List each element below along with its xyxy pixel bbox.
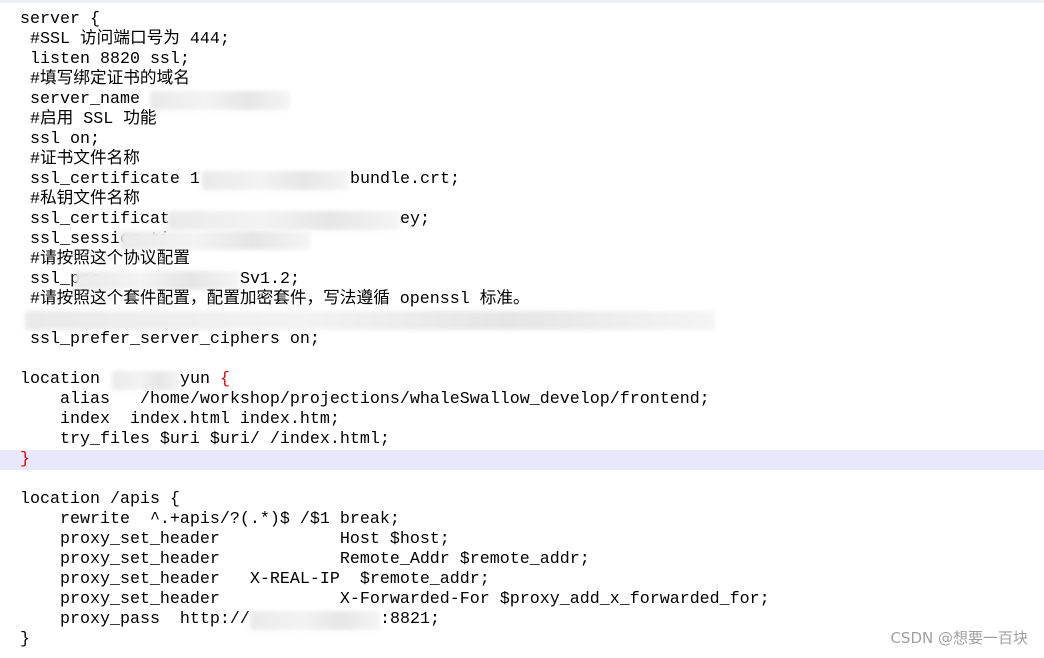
code-line: ssl on;: [20, 130, 100, 149]
code-line: }: [20, 630, 30, 649]
code-line: ssl_pro Sv1.2;: [0, 270, 1044, 290]
code-text: ssl_certificat: [20, 210, 170, 229]
code-line: listen 8820 ssl;: [20, 50, 190, 69]
code-line: server {: [20, 10, 100, 29]
redacted-region: [150, 91, 290, 110]
redacted-region: [25, 311, 715, 330]
code-text: yun {: [180, 370, 230, 390]
code-line: ssl_session_ti: [0, 230, 1044, 250]
code-line: #填写绑定证书的域名: [20, 70, 190, 89]
code-line: index index.html index.htm;: [20, 410, 340, 429]
code-line: proxy_set_header Remote_Addr $remote_add…: [20, 550, 590, 569]
code-text: server_name: [20, 90, 150, 109]
code-line-current: }: [0, 450, 1044, 470]
code-line: try_files $uri $uri/ /index.html;: [20, 430, 390, 449]
top-border: [0, 0, 1044, 3]
redacted-region: [112, 371, 180, 390]
code-line: #SSL 访问端口号为 444;: [20, 30, 230, 49]
code-line: rewrite ^.+apis/?(.*)$ /$1 break;: [20, 510, 400, 529]
redacted-region: [202, 171, 348, 190]
redacted-region: [120, 231, 310, 250]
code-text: ey;: [400, 210, 430, 229]
watermark: CSDN @想要一百块: [890, 629, 1028, 647]
redacted-region: [250, 611, 380, 630]
code-line: proxy_set_header Host $host;: [20, 530, 450, 549]
code-line: #请按照这个协议配置: [20, 250, 190, 269]
code-line: location yun {: [0, 370, 1044, 390]
code-line: #证书文件名称: [20, 150, 140, 169]
code-text: bundle.crt;: [350, 170, 460, 189]
code-line: ssl_certificat ey;: [0, 210, 1044, 230]
code-text: Sv1.2;: [240, 270, 300, 289]
code-line: alias /home/workshop/projections/whaleSw…: [20, 390, 710, 409]
code-text: location: [20, 370, 110, 389]
matched-brace: {: [219, 370, 230, 389]
code-editor[interactable]: server { #SSL 访问端口号为 444; listen 8820 ss…: [0, 10, 1044, 650]
code-text: yun: [180, 370, 220, 389]
code-line: location /apis {: [20, 490, 180, 509]
code-text: ssl_certificate 1: [20, 170, 200, 189]
code-line: server_name: [0, 90, 1044, 110]
code-line: ssl_prefer_server_ciphers on;: [20, 330, 320, 349]
code-text: proxy_pass http://: [20, 610, 250, 629]
redacted-region: [168, 211, 400, 230]
code-line: [0, 310, 1044, 330]
code-text: :8821;: [380, 610, 440, 629]
code-line: ssl_certificate 1 bundle.crt;: [0, 170, 1044, 190]
code-line: #私钥文件名称: [20, 190, 140, 209]
code-line: #启用 SSL 功能: [20, 110, 157, 129]
code-line: proxy_set_header X-Forwarded-For $proxy_…: [20, 590, 770, 609]
code-line: #请按照这个套件配置，配置加密套件，写法遵循 openssl 标准。: [20, 290, 530, 309]
code-line: proxy_set_header X-REAL-IP $remote_addr;: [20, 570, 490, 589]
code-line: proxy_pass http:// :8821;: [0, 610, 1044, 630]
redacted-region: [75, 271, 240, 290]
